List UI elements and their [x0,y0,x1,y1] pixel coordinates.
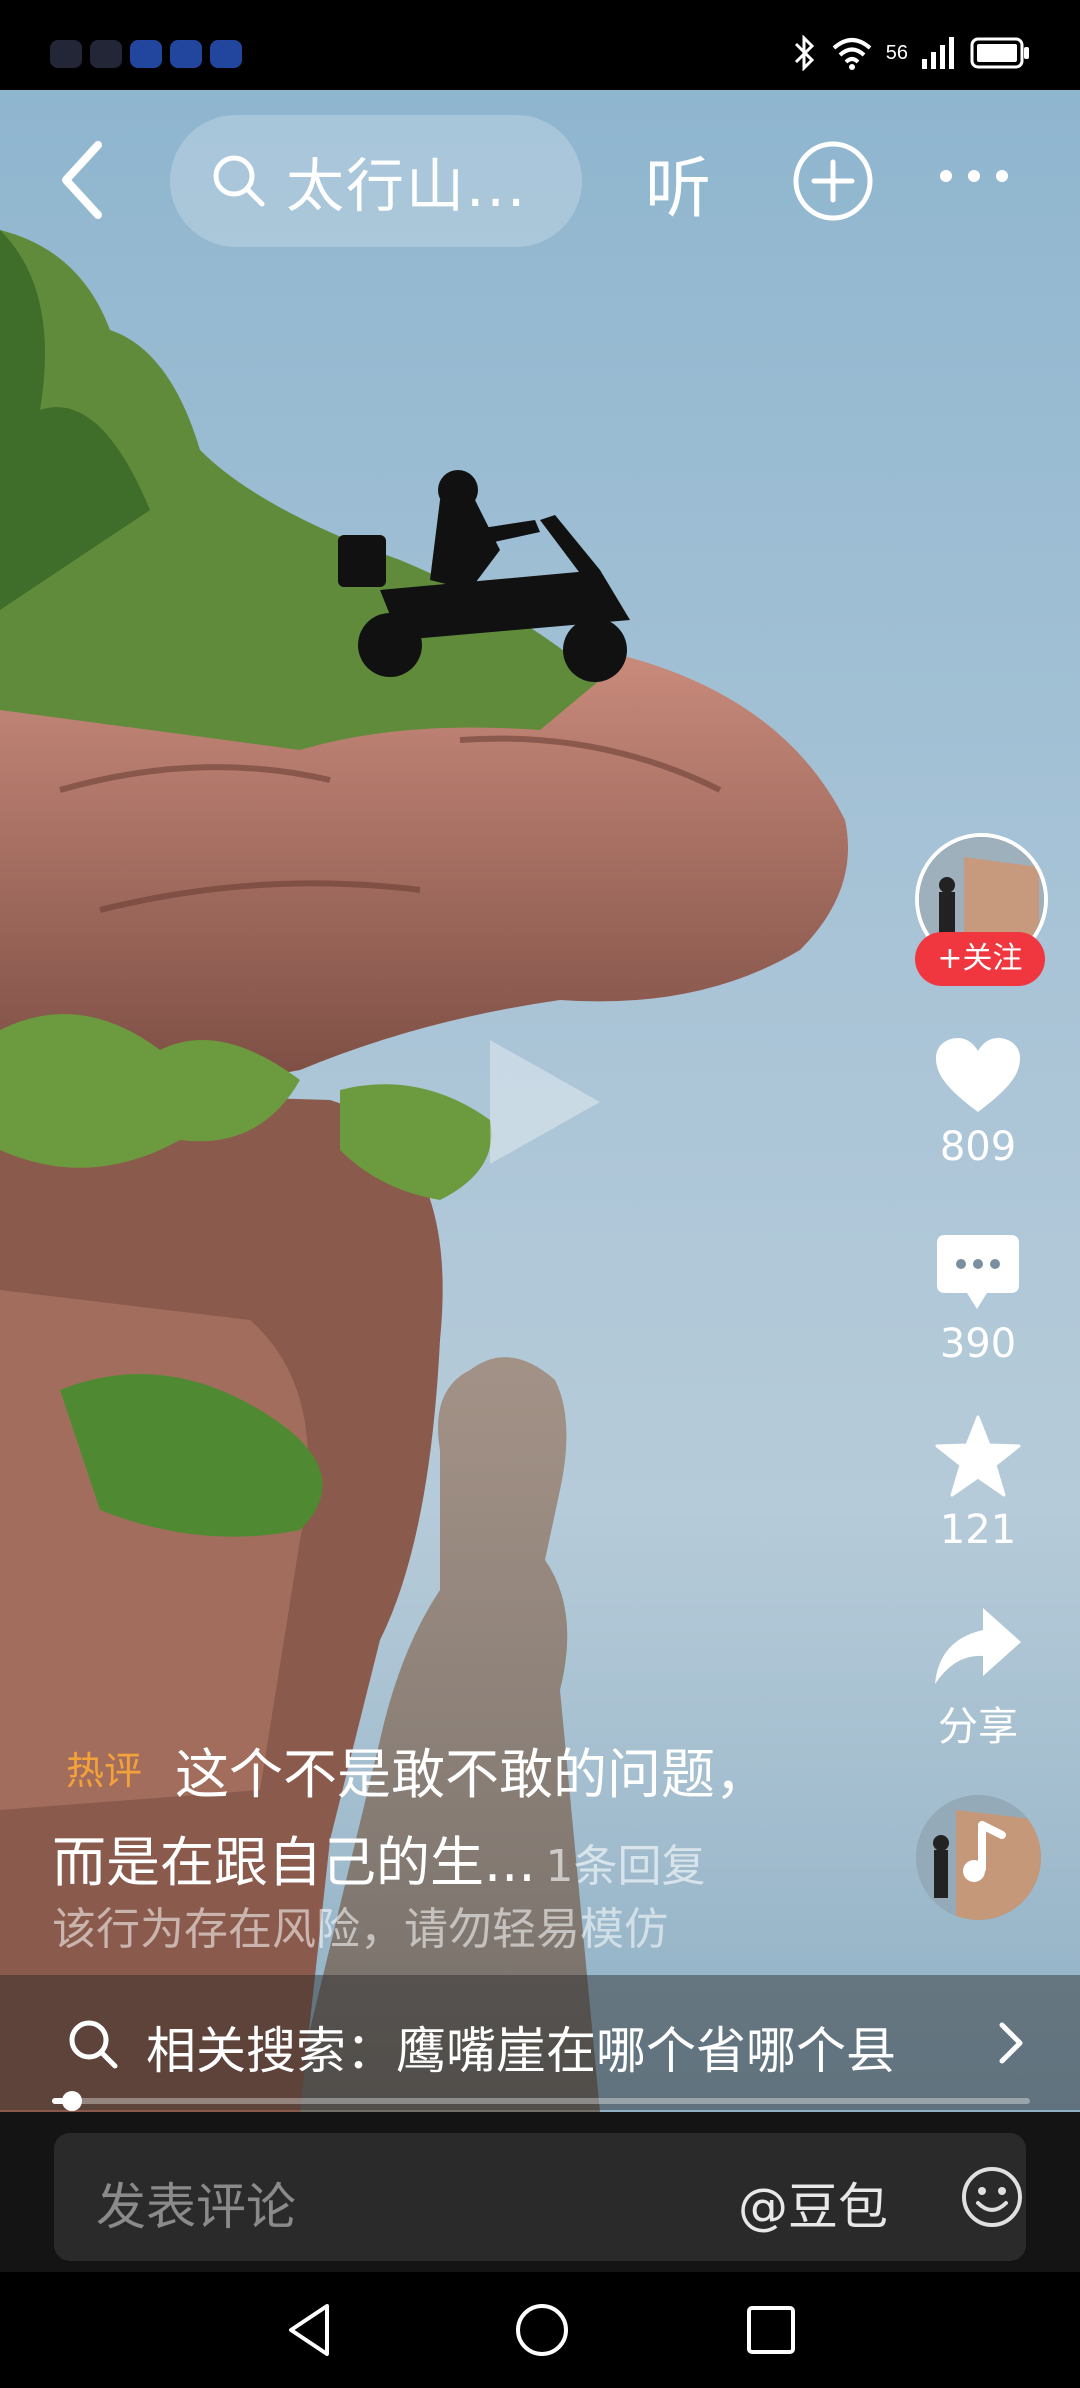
search-icon [69,2020,118,2069]
like-count: 809 [939,1124,1017,1170]
search-icon [213,155,265,207]
share-icon [935,1608,1021,1684]
emoji-icon[interactable] [960,2165,1024,2229]
mention-button[interactable]: @豆包 [738,2167,888,2239]
comment-input[interactable]: 发表评论 @豆包 [54,2133,1026,2261]
chevron-right-icon [999,2022,1023,2064]
bluetooth-icon [794,35,814,71]
recents-nav-icon[interactable] [743,2302,799,2358]
back-icon[interactable] [48,130,118,230]
music-disc[interactable] [916,1795,1041,1920]
system-nav-bar [0,2272,1080,2388]
star-icon [935,1415,1021,1497]
favorite-button[interactable]: 121 [908,1415,1048,1553]
progress-knob[interactable] [61,2091,82,2111]
search-query: 太行山... [286,152,528,220]
share-button[interactable]: 分享 [908,1608,1048,1752]
listen-button[interactable]: 听 [645,135,711,231]
comment-button[interactable]: 390 [908,1235,1048,1367]
comment-icon [937,1235,1019,1309]
app-notification-icon [130,40,162,68]
signal-icon [922,37,954,69]
notification-icons [50,40,242,68]
app-notification-icon [210,40,242,68]
related-search-bar[interactable]: 相关搜索：鹰嘴崖在哪个省哪个县 [0,1975,1080,2110]
back-nav-icon[interactable] [283,2300,339,2360]
home-nav-icon[interactable] [512,2300,572,2360]
related-search-text: 相关搜索：鹰嘴崖在哪个省哪个县 [146,2022,896,2080]
hot-comment-tag: 热评 [66,1749,143,1793]
comment-count: 390 [939,1321,1017,1367]
reply-count[interactable]: 1条回复 [546,1841,706,1892]
caption-line-2[interactable]: 而是在跟自己的生... 1条回复 [52,1818,706,1897]
follow-button[interactable]: +关注 [915,932,1045,986]
search-bar[interactable]: 太行山... [170,115,582,247]
wifi-icon [832,38,872,70]
caption-line-1[interactable]: 这个不是敢不敢的问题， [175,1730,769,1809]
battery-icon [970,37,1029,69]
heart-icon [936,1038,1020,1112]
favorite-count: 121 [939,1507,1017,1553]
app-notification-icon [90,40,122,68]
network-type: 56 [885,41,908,64]
more-icon[interactable] [940,170,1008,182]
add-icon[interactable] [792,140,874,222]
comment-placeholder: 发表评论 [96,2178,296,2236]
caption-text: 而是在跟自己的生... [52,1831,536,1894]
play-overlay-icon [490,1040,600,1164]
like-button[interactable]: 809 [908,1038,1048,1170]
app-notification-icon [170,40,202,68]
status-icons: 56 [792,35,1030,71]
progress-track[interactable] [52,2098,1030,2104]
app-notification-icon [50,40,82,68]
share-label: 分享 [938,1704,1018,1750]
risk-notice: 该行为存在风险，请勿轻易模仿 [52,1904,668,1955]
